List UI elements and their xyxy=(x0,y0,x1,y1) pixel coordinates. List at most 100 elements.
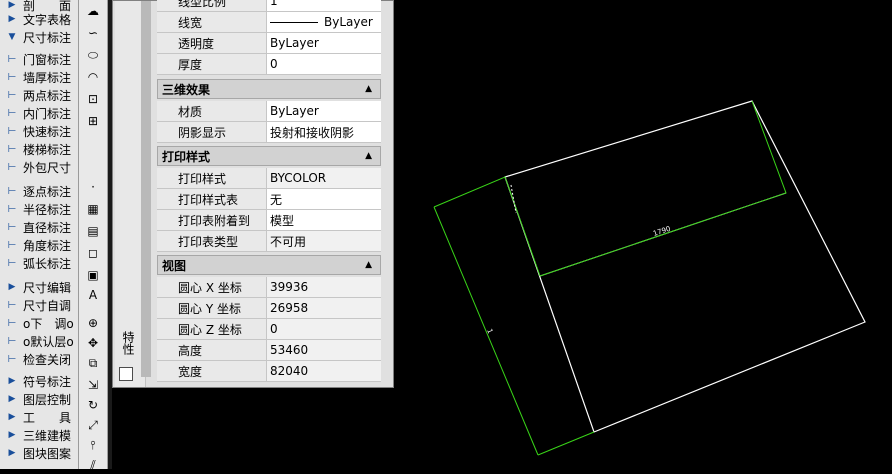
property-value[interactable]: 模型 xyxy=(267,210,381,231)
property-value-text: 不可用 xyxy=(270,234,307,249)
property-row[interactable]: 高度 53460 xyxy=(157,340,381,361)
section-header[interactable]: 打印样式 ▲ xyxy=(157,146,381,166)
menu-item-1[interactable]: ▶ 文字表格 xyxy=(0,10,78,28)
property-row[interactable]: 打印表类型 不可用 xyxy=(157,231,381,252)
property-value[interactable]: 0 xyxy=(267,54,381,75)
property-row[interactable]: 打印样式 BYCOLOR xyxy=(157,168,381,189)
menu-item-5[interactable]: ⊢ 两点标注 xyxy=(0,86,78,104)
diameter-dimension-icon: ⊢ xyxy=(7,221,17,233)
move-icon[interactable]: ✥ xyxy=(82,334,104,352)
menu-item-3[interactable]: ⊢ 门窗标注 xyxy=(0,50,78,68)
triangle-right-icon: ▶ xyxy=(8,376,16,386)
spline-icon[interactable]: ∽ xyxy=(82,24,104,42)
copy-icon[interactable]: ⧉ xyxy=(82,354,104,372)
dimension-line-long[interactable] xyxy=(433,176,541,277)
make-block-icon[interactable]: ⊞ xyxy=(82,112,104,130)
scale-icon[interactable]: ⤢ xyxy=(82,416,104,434)
property-row[interactable]: 圆心 Y 坐标 26958 xyxy=(157,298,381,319)
rectangle-outline[interactable] xyxy=(504,100,866,433)
tool-menu: ▶ 剖 面 ▶ 文字表格 ▼ 尺寸标注 ⊢ 门窗标注 ⊢ 墙厚标注 ⊢ 两点标注 ⊢ 内门标注 ⊢ 快速标注 ⊢… xyxy=(0,0,79,469)
ellipse-arc-icon[interactable]: ◠ xyxy=(82,68,104,86)
menu-item-7[interactable]: ⊢ 快速标注 xyxy=(0,122,78,140)
property-value[interactable]: 不可用 xyxy=(267,231,381,252)
menu-item-label: 楼梯标注 xyxy=(23,142,72,157)
property-value[interactable]: 26958 xyxy=(267,298,381,319)
drawing-canvas[interactable]: 1790 1 xyxy=(394,0,892,469)
menu-item-label: 内门标注 xyxy=(23,106,72,121)
property-value[interactable]: BYCOLOR xyxy=(267,168,381,189)
rotate-icon[interactable]: ↻ xyxy=(82,396,104,414)
table-icon[interactable]: ▣ xyxy=(82,266,104,284)
menu-item-17[interactable]: ⊢ o下 调o xyxy=(0,314,78,332)
menu-item-23[interactable]: ▶ 三维建模 xyxy=(0,426,78,444)
property-value[interactable]: 无 xyxy=(267,189,381,210)
property-row[interactable]: 圆心 Z 坐标 0 xyxy=(157,319,381,340)
panel-options-icon[interactable] xyxy=(119,367,133,381)
menu-item-21[interactable]: ▶ 图层控制 xyxy=(0,390,78,408)
property-value[interactable]: 82040 xyxy=(267,361,381,382)
property-value[interactable]: 投射和接收阴影 xyxy=(267,122,381,143)
menu-item-18[interactable]: ⊢ o默认层o xyxy=(0,332,78,350)
menu-item-22[interactable]: ▶ 工 具 xyxy=(0,408,78,426)
menu-item-6[interactable]: ⊢ 内门标注 xyxy=(0,104,78,122)
stretch-icon[interactable]: ⇲ xyxy=(82,376,104,394)
property-row[interactable]: 打印样式表无 xyxy=(157,189,381,210)
section-header[interactable]: 三维效果 ▲ xyxy=(157,79,381,99)
collapse-icon[interactable]: ▲ xyxy=(365,84,372,94)
hatch-icon[interactable]: ▦ xyxy=(82,200,104,218)
menu-item-15[interactable]: ▶ 尺寸编辑 xyxy=(0,278,78,296)
text-icon[interactable]: A xyxy=(82,286,104,304)
collapse-icon[interactable]: ▲ xyxy=(365,151,372,161)
menu-item-12[interactable]: ⊢ 直径标注 xyxy=(0,218,78,236)
wall-thickness-icon: ⊢ xyxy=(7,71,17,83)
insert-block-icon[interactable]: ⊡ xyxy=(82,90,104,108)
property-value[interactable]: 1 xyxy=(267,0,381,12)
property-value[interactable]: 39936 xyxy=(267,277,381,298)
mirror-icon[interactable]: ⫯ xyxy=(82,436,104,454)
menu-item-13[interactable]: ⊢ 角度标注 xyxy=(0,236,78,254)
property-value-text: ByLayer xyxy=(270,104,319,118)
property-value[interactable]: 53460 xyxy=(267,340,381,361)
property-value-text: ByLayer xyxy=(270,36,319,50)
property-row[interactable]: 宽度 82040 xyxy=(157,361,381,382)
property-value[interactable]: ByLayer xyxy=(267,33,381,54)
menu-item-20[interactable]: ▶ 符号标注 xyxy=(0,372,78,390)
properties-scrollbar[interactable] xyxy=(141,1,151,377)
cloud-icon[interactable]: ☁ xyxy=(82,2,104,20)
dimension-line-top[interactable] xyxy=(539,100,787,277)
property-row[interactable]: 材质 ByLayer xyxy=(157,101,381,122)
property-row[interactable]: 线型比例 1 xyxy=(157,0,381,12)
property-value[interactable]: ByLayer xyxy=(267,101,381,122)
property-row[interactable]: 线宽 ByLayer xyxy=(157,12,381,33)
menu-item-19[interactable]: ⊢ 检查关闭 xyxy=(0,350,78,368)
menu-item-10[interactable]: ⊢ 逐点标注 xyxy=(0,182,78,200)
gradient-icon[interactable]: ▤ xyxy=(82,222,104,240)
menu-item-24[interactable]: ▶ 图块图案 xyxy=(0,444,78,462)
ellipse-icon[interactable]: ⬭ xyxy=(82,46,104,64)
property-row[interactable]: 厚度 0 xyxy=(157,54,381,75)
menu-item-2[interactable]: ▼ 尺寸标注 xyxy=(0,28,78,46)
property-row[interactable]: 阴影显示 投射和接收阴影 xyxy=(157,122,381,143)
add-selected-icon[interactable]: ⊕ xyxy=(82,314,104,332)
property-name: 高度 xyxy=(157,340,267,361)
menu-item-16[interactable]: ⊢ 尺寸自调 xyxy=(0,296,78,314)
property-row[interactable]: 透明度 ByLayer xyxy=(157,33,381,54)
dimension-line-bottom[interactable] xyxy=(537,431,595,456)
menu-item-11[interactable]: ⊢ 半径标注 xyxy=(0,200,78,218)
collapse-icon[interactable]: ▲ xyxy=(365,260,372,270)
menu-item-8[interactable]: ⊢ 楼梯标注 xyxy=(0,140,78,158)
point-icon[interactable]: · xyxy=(82,178,104,196)
property-row[interactable]: 圆心 X 坐标 39936 xyxy=(157,277,381,298)
menu-item-14[interactable]: ⊢ 弧长标注 xyxy=(0,254,78,272)
menu-item-label: 两点标注 xyxy=(23,88,72,103)
property-value-text: 投射和接收阴影 xyxy=(270,125,355,140)
property-value[interactable]: ByLayer xyxy=(267,12,381,33)
menu-item-9[interactable]: ⊢ 外包尺寸 xyxy=(0,158,78,176)
region-icon[interactable]: ◻ xyxy=(82,244,104,262)
offset-icon[interactable]: ⫽ xyxy=(82,456,104,474)
section-header[interactable]: 视图 ▲ xyxy=(157,255,381,275)
property-value[interactable]: 0 xyxy=(267,319,381,340)
menu-item-4[interactable]: ⊢ 墙厚标注 xyxy=(0,68,78,86)
property-row[interactable]: 打印表附着到 模型 xyxy=(157,210,381,231)
properties-title-bar[interactable]: 特性 xyxy=(115,1,151,387)
